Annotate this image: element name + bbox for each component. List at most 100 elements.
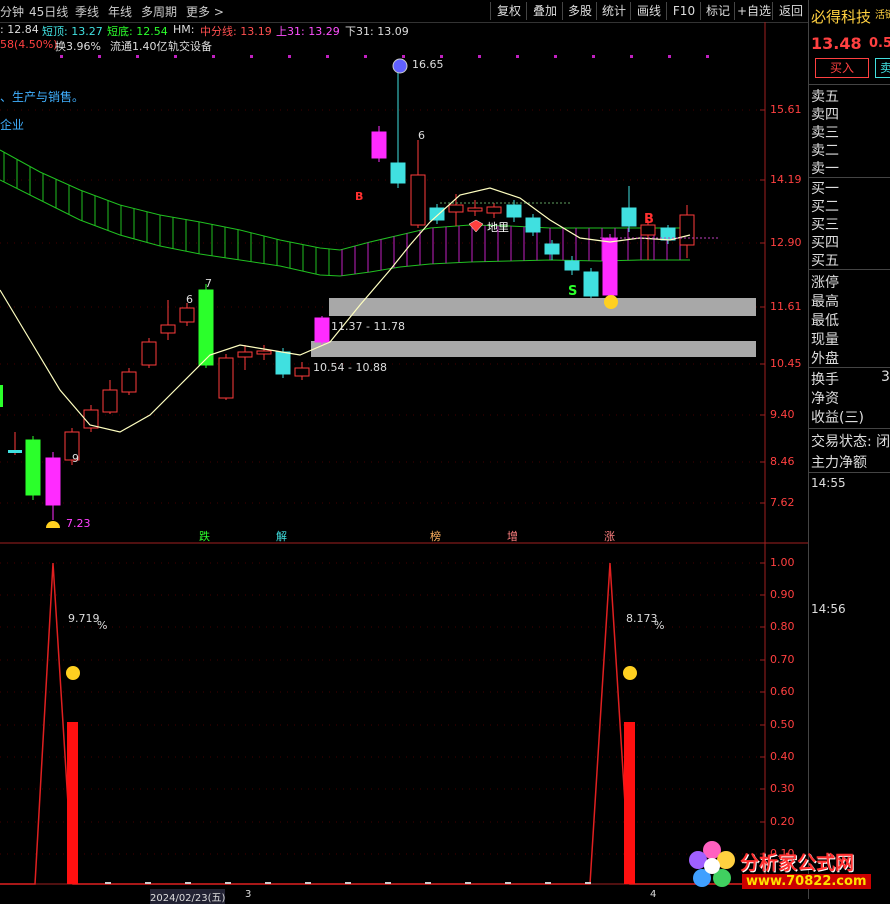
stock-name: 必得科技 (811, 8, 872, 26)
candle-body (506, 204, 522, 218)
top-dot-marker (630, 55, 633, 58)
trade-status: 交易状态: 闭 (811, 434, 890, 450)
top-dot-marker (364, 55, 367, 58)
candle-body (410, 174, 426, 226)
candle-body (294, 367, 310, 377)
main-net-flow[interactable]: 主力净额 (811, 452, 867, 472)
sub-axis-tick: 0.20 (770, 815, 795, 828)
buy-level-1: 买一 (811, 181, 839, 197)
candle-body (583, 271, 599, 297)
price-axis-tick: 10.45 (770, 357, 802, 370)
sub-axis-tick: 0.80 (770, 620, 795, 633)
price-axis-tick: 8.46 (770, 455, 795, 468)
candle-body (564, 260, 580, 271)
watermark-title: 分析家公式网 (740, 852, 855, 874)
smiley-icon (623, 666, 637, 680)
zero-marker (505, 882, 511, 884)
pct-right-sign: % (654, 619, 665, 632)
watermark-url: www.70822.com (742, 874, 871, 889)
top-dot-marker (288, 55, 291, 58)
candle-body (429, 207, 445, 221)
candle-body (544, 243, 560, 255)
hat-icon (46, 521, 60, 528)
price-change: 0.58 (869, 36, 890, 51)
candle-body (602, 237, 618, 296)
candle-body (314, 317, 330, 343)
sub-axis-tick: 1.00 (770, 556, 795, 569)
candle-body (390, 162, 406, 184)
stat-turnover: 换手 (811, 372, 839, 388)
top-dot-marker (250, 55, 253, 58)
top-dot-marker (136, 55, 139, 58)
tick-time-2: 14:56 (811, 602, 846, 616)
stat-high: 最高 (811, 294, 839, 310)
sub-axis-tick: 0.60 (770, 685, 795, 698)
stat-low: 最低 (811, 313, 839, 329)
sub-axis-tick: 0.70 (770, 653, 795, 666)
candle-body (198, 289, 214, 366)
turnover-value: 3 (881, 369, 890, 385)
count-6b-label: 6 (418, 129, 425, 142)
zero-marker (145, 882, 151, 884)
sub-axis-tick: 0.90 (770, 588, 795, 601)
support-zone-lower (311, 341, 756, 357)
flower-logo-icon (689, 841, 735, 887)
sell-level-5: 卖五 (811, 89, 839, 105)
smiley-icon (604, 295, 618, 309)
candle-body (121, 371, 137, 393)
date-cursor-label: 2024/02/23(五) (150, 889, 226, 904)
price-axis-tick: 15.61 (770, 103, 802, 116)
signal-zeng: 增 (507, 530, 518, 543)
sub-axis-tick: 0.30 (770, 782, 795, 795)
oscillator-bar (67, 722, 78, 884)
signal-die: 跌 (199, 530, 210, 543)
stat-outer: 外盘 (811, 351, 839, 367)
zero-marker (385, 882, 391, 884)
candle-body (486, 206, 502, 214)
dili-label: 地里 (487, 221, 509, 234)
count-6-label: 6 (186, 293, 193, 306)
candle-body (679, 214, 695, 246)
bottom-mark: 3 (245, 889, 252, 900)
signal-bang: 榜 (430, 530, 441, 543)
top-dot-marker (98, 55, 101, 58)
price-axis-tick: 11.61 (770, 300, 802, 313)
sell-level-1: 卖一 (811, 161, 839, 177)
buy-level-5: 买五 (811, 253, 839, 269)
candle-body (256, 350, 272, 355)
candle-body (275, 351, 291, 375)
diamond-icon (468, 219, 484, 233)
price-axis-tick: 9.40 (770, 408, 795, 421)
sell-signal-s: S (568, 284, 578, 299)
oscillator-bar (624, 722, 635, 884)
buy-button[interactable]: 买入 (815, 58, 869, 78)
candle-body (237, 351, 253, 358)
sell-button[interactable]: 卖 (875, 58, 890, 78)
candle-body (160, 324, 176, 334)
stat-net-assets: 净资 (811, 391, 839, 407)
zero-marker (585, 882, 591, 884)
top-dot-marker (174, 55, 177, 58)
top-dot-marker (326, 55, 329, 58)
kline-chart[interactable] (0, 0, 808, 899)
top-dot-marker (668, 55, 671, 58)
top-dot-marker (60, 55, 63, 58)
peak-marker-icon (392, 58, 408, 74)
site-watermark: 分析家公式网 www.70822.com (684, 838, 884, 896)
quote-panel: 必得科技 活链 13.48 0.58 买入 卖 卖五 卖四 卖三 卖二 卖一 买… (808, 0, 890, 899)
candle-body (25, 439, 41, 496)
pct-right-label: 8.173 (626, 612, 658, 625)
top-dot-marker (516, 55, 519, 58)
tick-time-1: 14:55 (811, 476, 846, 490)
top-dot-marker (478, 55, 481, 58)
bottom-mark-2: 4 (650, 889, 657, 900)
price-axis-tick: 14.19 (770, 173, 802, 186)
low-price-label: 7.23 (66, 517, 91, 530)
pct-left-label: 9.719 (68, 612, 100, 625)
stat-volume: 现量 (811, 332, 839, 348)
support-zone-upper (329, 298, 756, 316)
buy-signal-b2: B (644, 212, 654, 227)
listing-badge: 活链 (875, 10, 890, 21)
peak-price-label: 16.65 (412, 58, 444, 71)
top-dot-marker (592, 55, 595, 58)
